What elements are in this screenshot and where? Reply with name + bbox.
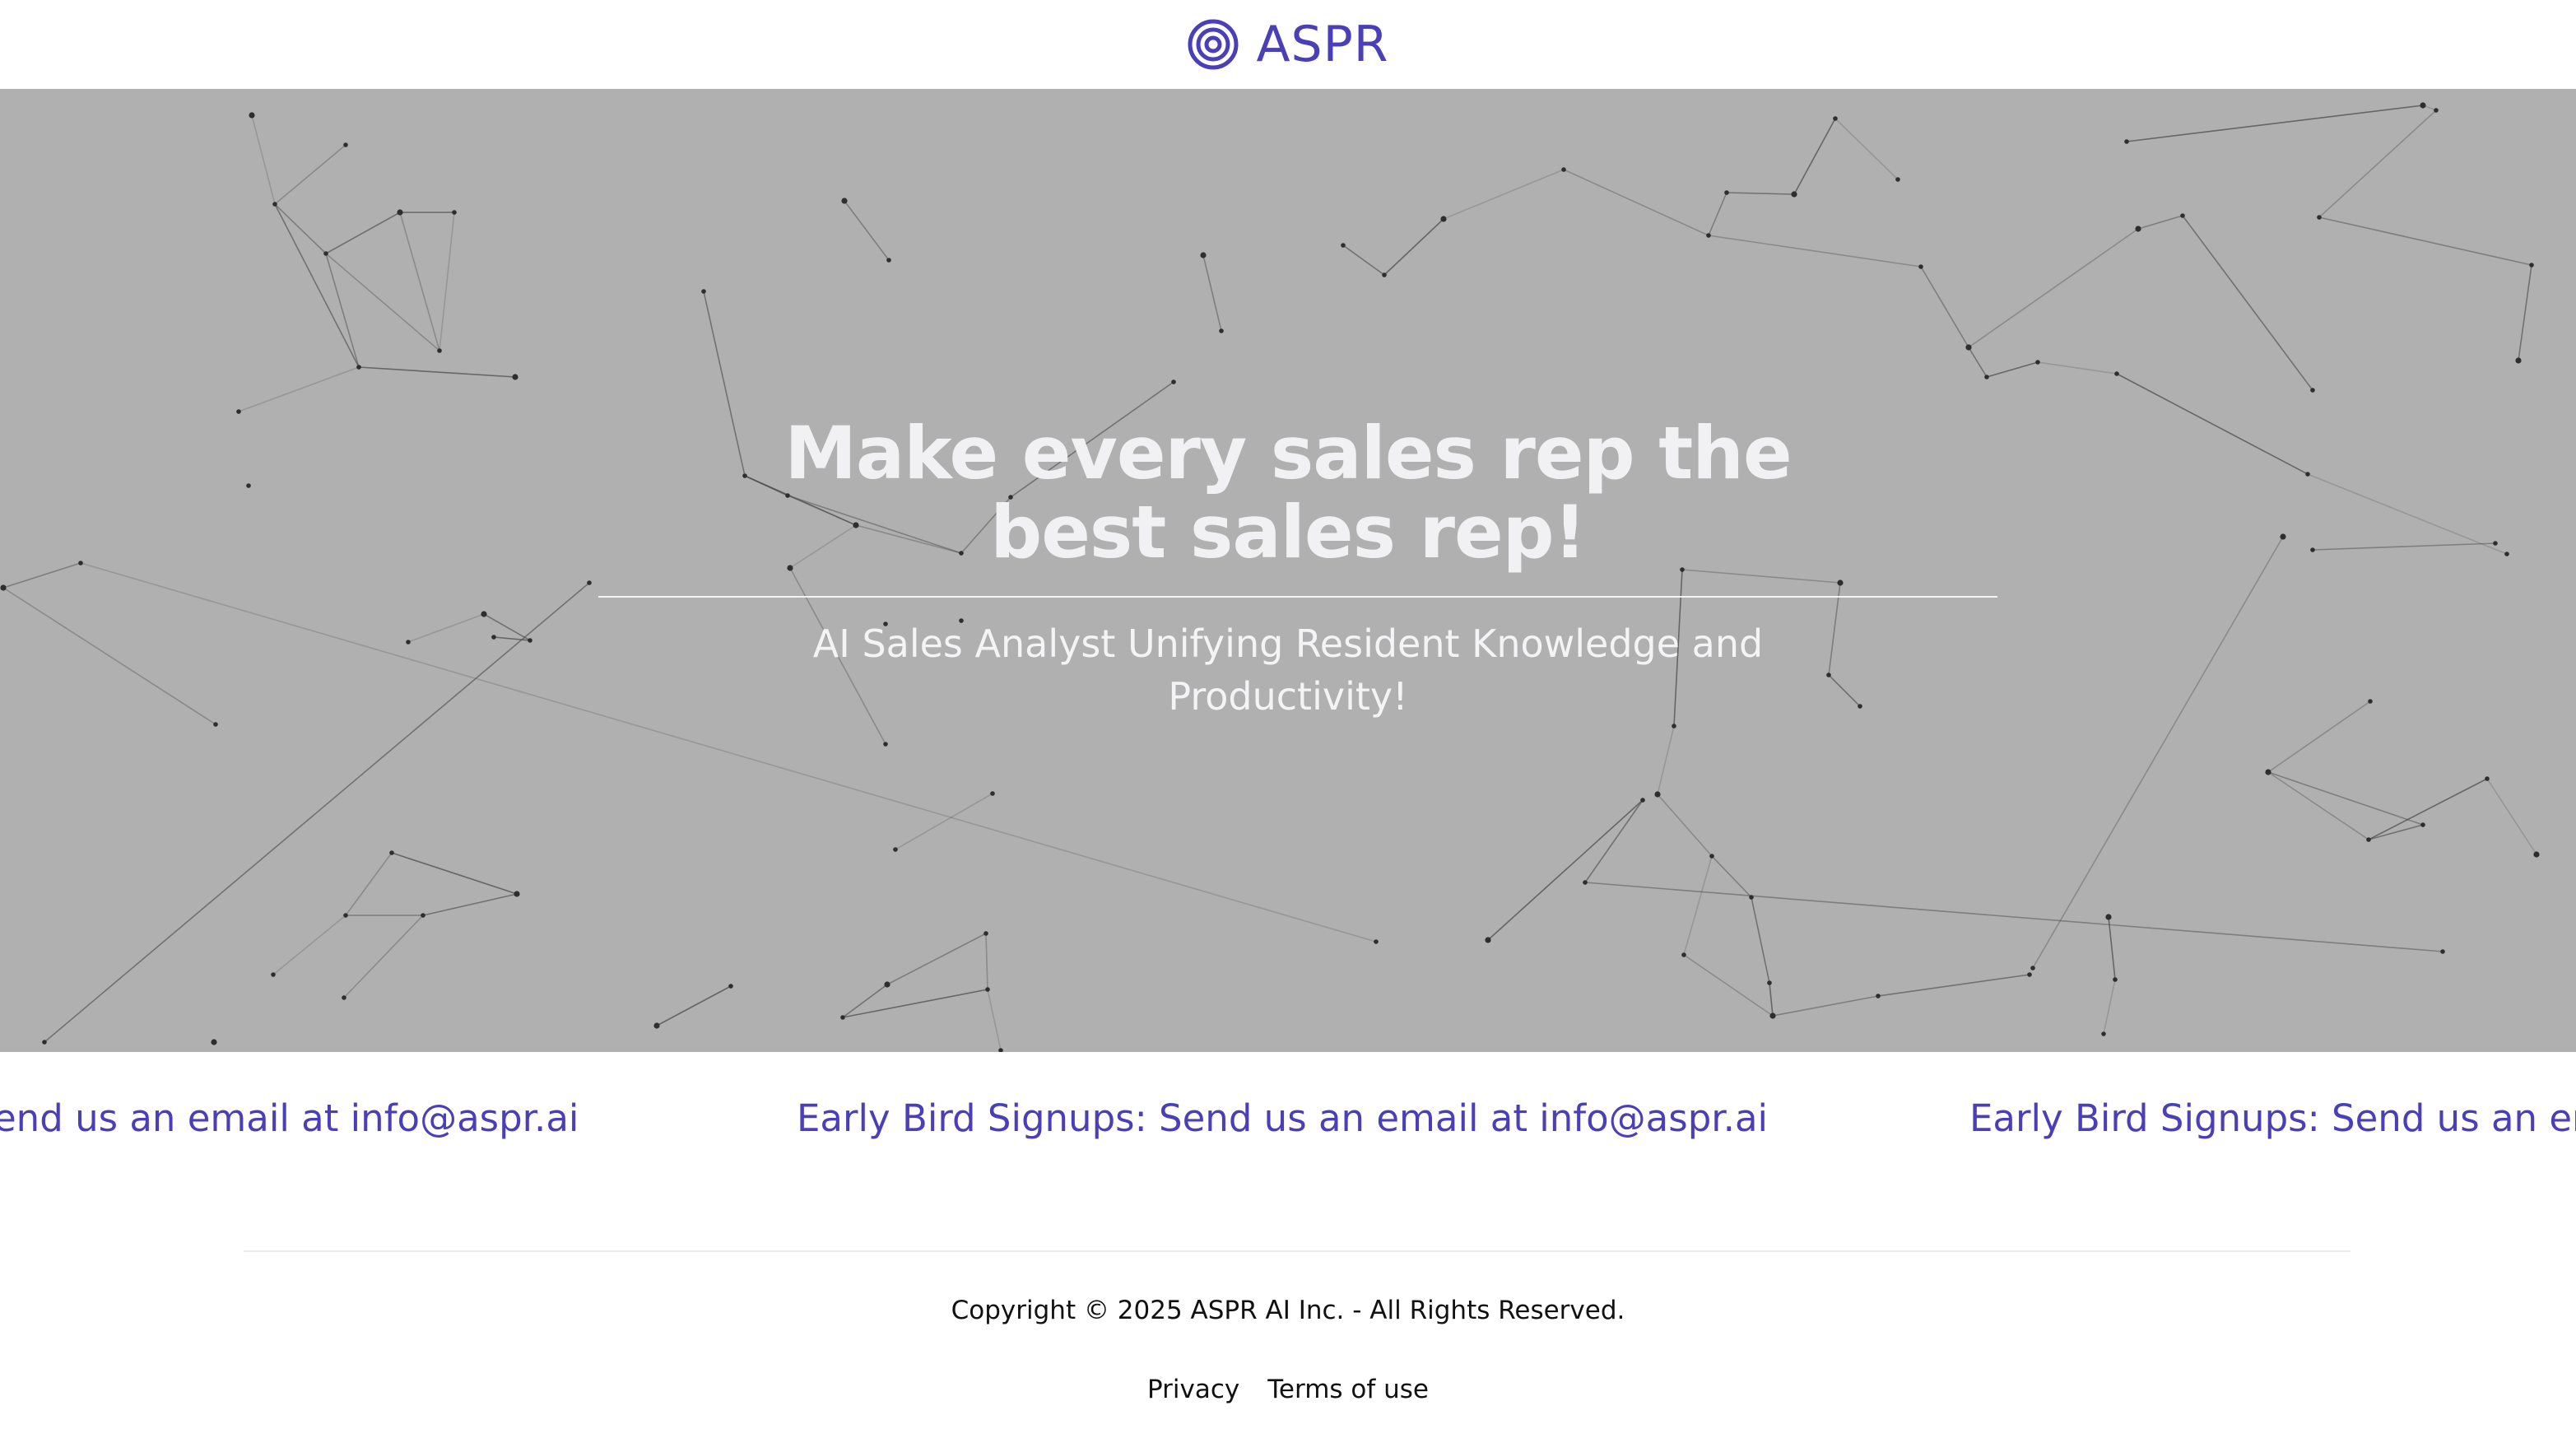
hero-subtitle: AI Sales Analyst Unifying Resident Knowl… (812, 621, 1764, 719)
hero-content: Make every sales rep the best sales rep!… (0, 89, 2576, 1052)
footer-divider (244, 1250, 2350, 1252)
footer-link-privacy[interactable]: Privacy (1147, 1373, 1239, 1406)
footer-nav: Privacy Terms of use (0, 1373, 2576, 1406)
announcement-email-link[interactable]: Early Bird Signups: Send us an email at … (797, 1093, 1768, 1144)
announcement-marquee: end us an email at info@aspr.ai Early Bi… (0, 1052, 2576, 1189)
brand-home-link[interactable]: ASPR (1187, 18, 1388, 71)
hero-divider (598, 596, 1997, 598)
hero-title: Make every sales rep the best sales rep! (784, 411, 1792, 575)
brand-name: ASPR (1256, 16, 1389, 73)
announcement-email-link[interactable]: Early Bird Signups: Send us an ema (1969, 1093, 2576, 1144)
announcement-email-link[interactable]: end us an email at info@aspr.ai (0, 1093, 579, 1144)
site-header: ASPR (0, 0, 2576, 89)
concentric-target-icon (1188, 19, 1239, 70)
footer-link-terms[interactable]: Terms of use (1267, 1373, 1429, 1406)
footer-copyright: Copyright © 2025 ASPR AI Inc. - All Righ… (951, 1296, 1625, 1325)
hero-section: Make every sales rep the best sales rep!… (0, 89, 2576, 1052)
